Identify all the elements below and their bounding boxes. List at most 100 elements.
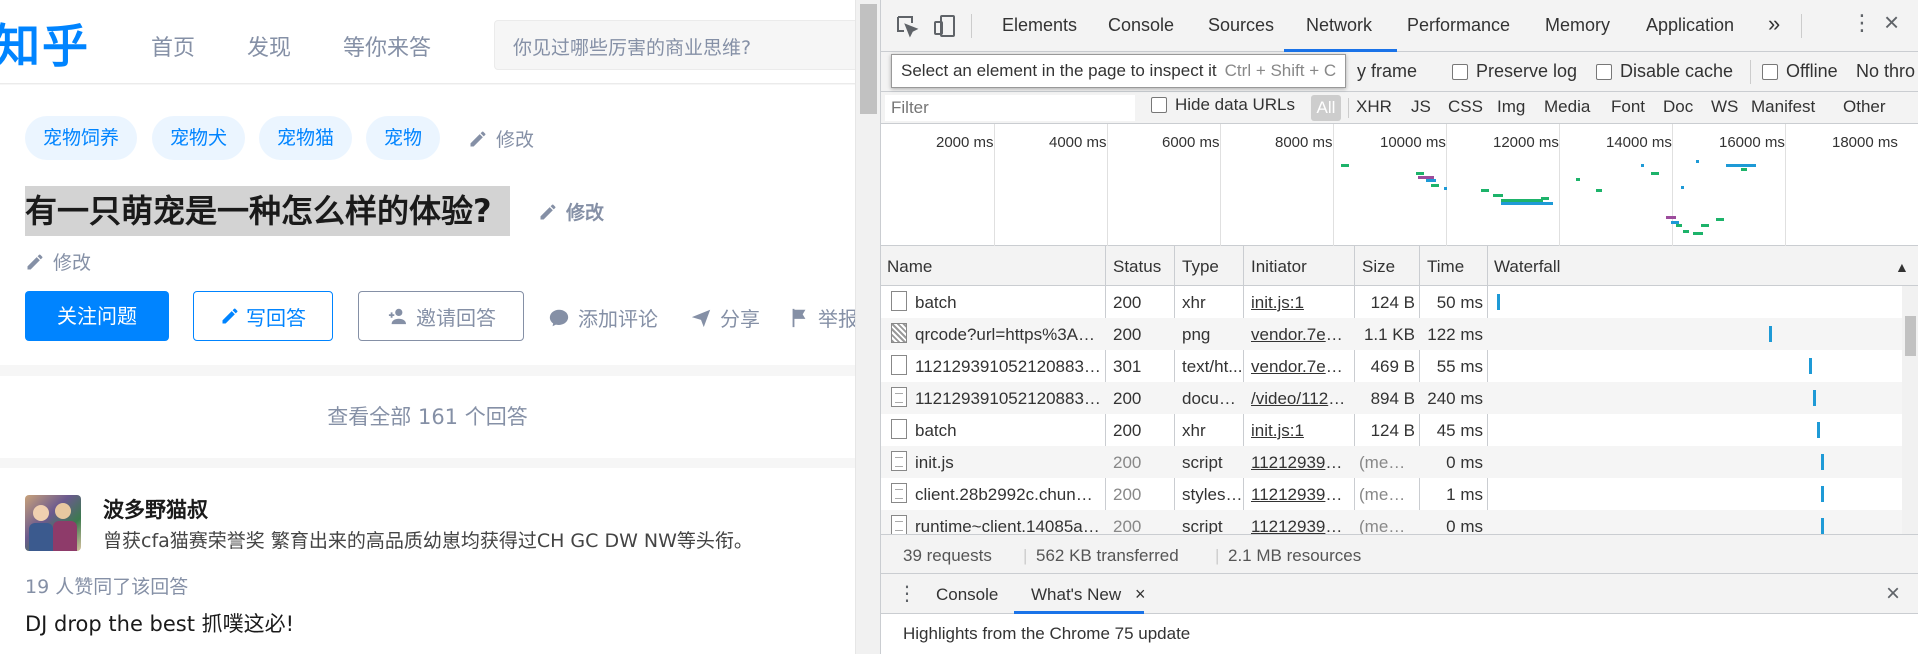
drawer-tab-console[interactable]: Console (936, 585, 998, 605)
inspect-element-icon[interactable] (894, 13, 920, 39)
request-name: init.js (915, 453, 954, 472)
write-answer-button[interactable]: 写回答 (193, 291, 333, 341)
preserve-log-checkbox[interactable]: Preserve log (1452, 61, 1577, 82)
request-initiator[interactable]: 11212939105... (1251, 485, 1351, 505)
column-header-initiator[interactable]: Initiator (1251, 257, 1307, 277)
kebab-menu-icon[interactable]: ⋮ (1851, 10, 1873, 36)
tab-application[interactable]: Application (1646, 15, 1734, 36)
page-scrollbar[interactable] (855, 0, 880, 654)
tab-memory[interactable]: Memory (1545, 15, 1610, 36)
document-file-icon (891, 483, 907, 503)
tab-sources[interactable]: Sources (1208, 15, 1274, 36)
preserve-log-label: Preserve log (1476, 61, 1578, 81)
scrollbar-thumb[interactable] (1905, 316, 1916, 356)
throttling-select[interactable]: No thro (1856, 61, 1915, 82)
scrollbar-thumb[interactable] (860, 4, 877, 114)
request-initiator[interactable]: vendor.7e94b... (1251, 357, 1351, 377)
table-scrollbar[interactable] (1902, 286, 1918, 534)
filter-all-button[interactable]: All (1311, 95, 1341, 121)
table-row[interactable]: qrcode?url=https%3A%2F... 200 png vendor.7e… (881, 318, 1918, 350)
column-header-time[interactable]: Time (1427, 257, 1464, 277)
tab-performance[interactable]: Performance (1407, 15, 1510, 36)
search-input[interactable]: 你见过哪些厉害的商业思维? (494, 20, 855, 70)
request-initiator[interactable]: init.js:1 (1251, 293, 1351, 313)
filter-doc[interactable]: Doc (1663, 97, 1693, 117)
author-name[interactable]: 波多野猫叔 (103, 494, 208, 524)
filter-img[interactable]: Img (1497, 97, 1525, 117)
filter-input[interactable] (885, 95, 1135, 121)
topic-tag[interactable]: 宠物猫 (259, 116, 353, 160)
column-header-type[interactable]: Type (1182, 257, 1219, 277)
table-row[interactable]: client.28b2992c.chunk.css 200 stylesh... 11… (881, 478, 1918, 510)
table-row[interactable]: init.js 200 script 11212939105... (mem... 0 m… (881, 446, 1918, 478)
filter-js[interactable]: JS (1411, 97, 1431, 117)
offline-checkbox[interactable]: Offline (1762, 61, 1838, 82)
close-devtools-icon[interactable]: × (1884, 7, 1899, 38)
nav-discover[interactable]: 发现 (247, 30, 291, 62)
topic-tag[interactable]: 宠物饲养 (25, 116, 138, 160)
filter-ws[interactable]: WS (1711, 97, 1738, 117)
invite-answer-button[interactable]: 邀请回答 (358, 291, 524, 341)
topic-tag[interactable]: 宠物 (366, 116, 441, 160)
report-button[interactable]: 举报 (788, 303, 855, 332)
column-header-status[interactable]: Status (1113, 257, 1161, 277)
checkbox[interactable] (1596, 63, 1612, 80)
tab-elements[interactable]: Elements (1002, 15, 1077, 36)
request-type: png (1182, 325, 1211, 344)
drawer-tab-whats-new[interactable]: What's New (1031, 585, 1121, 605)
column-header-name[interactable]: Name (887, 257, 932, 277)
filter-css[interactable]: CSS (1448, 97, 1483, 117)
frame-option-label[interactable]: y frame (1357, 61, 1417, 82)
disable-cache-checkbox[interactable]: Disable cache (1596, 61, 1733, 82)
table-row[interactable]: 1121293910521208832?aut... 200 docum... /vi… (881, 382, 1918, 414)
filter-other[interactable]: Other (1843, 97, 1886, 117)
topic-tag[interactable]: 宠物犬 (152, 116, 246, 160)
share-label: 分享 (720, 307, 760, 331)
zhihu-logo[interactable]: 知乎 (0, 10, 90, 76)
column-header-waterfall[interactable]: Waterfall (1494, 257, 1560, 277)
column-header-size[interactable]: Size (1362, 257, 1395, 277)
waterfall-bar (1821, 454, 1824, 470)
close-tab-icon[interactable]: × (1135, 584, 1146, 605)
zhihu-page: 知乎 首页 发现 等你来答 你见过哪些厉害的商业思维? 宠物饲养 宠物犬 宠物猫… (0, 0, 855, 654)
filter-manifest[interactable]: Manifest (1751, 97, 1815, 117)
tab-network[interactable]: Network (1306, 15, 1372, 36)
close-drawer-icon[interactable]: × (1886, 580, 1900, 608)
nav-home[interactable]: 首页 (151, 30, 195, 62)
checkbox[interactable] (1452, 63, 1468, 80)
checkbox[interactable] (1151, 97, 1167, 113)
request-initiator[interactable]: /video/11212... (1251, 389, 1351, 409)
sort-ascending-icon[interactable]: ▲ (1895, 259, 1909, 275)
waterfall-bar (1821, 518, 1824, 534)
table-row[interactable]: batch 200 xhr init.js:1 124 B 45 ms (881, 414, 1918, 446)
edit-title-link[interactable]: 修改 (538, 198, 604, 225)
hide-data-urls-checkbox[interactable]: Hide data URLs (1151, 95, 1295, 115)
device-toolbar-icon[interactable] (932, 13, 958, 39)
share-button[interactable]: 分享 (690, 303, 760, 332)
filter-media[interactable]: Media (1544, 97, 1590, 117)
request-initiator[interactable]: init.js:1 (1251, 421, 1351, 441)
add-comment-button[interactable]: 添加评论 (548, 303, 658, 332)
request-initiator[interactable]: vendor.7e94b... (1251, 325, 1351, 345)
nav-waiting-answers[interactable]: 等你来答 (343, 30, 431, 62)
avatar[interactable] (25, 495, 81, 551)
tab-console[interactable]: Console (1108, 15, 1174, 36)
edit-topics-link[interactable]: 修改 (468, 125, 534, 152)
follow-question-button[interactable]: 关注问题 (25, 291, 169, 341)
network-overview-timeline[interactable]: 2000 ms 4000 ms 6000 ms 8000 ms 10000 ms… (881, 124, 1918, 246)
filter-font[interactable]: Font (1611, 97, 1645, 117)
table-row[interactable]: batch 200 xhr init.js:1 124 B 50 ms (881, 286, 1918, 318)
drawer-menu-icon[interactable]: ⋮ (897, 581, 917, 606)
author-bio: 曾获cfa猫赛荣誉奖 繁育出来的高品质幼崽均获得过CH GC DW NW等头衔。 (103, 530, 753, 552)
view-all-answers-link[interactable]: 查看全部 161 个回答 (0, 376, 855, 458)
filter-xhr[interactable]: XHR (1356, 97, 1392, 117)
timeline-tick: 12000 ms (1493, 134, 1559, 151)
request-initiator[interactable]: 11212939105... (1251, 453, 1351, 473)
report-label: 举报 (818, 307, 855, 331)
network-toolbar: Select an element in the page to inspect… (881, 52, 1918, 92)
table-row[interactable]: 1121293910521208832?aut... 301 text/ht... v… (881, 350, 1918, 382)
more-tabs-icon[interactable]: » (1768, 11, 1780, 37)
edit-description-link[interactable]: 修改 (25, 248, 91, 275)
checkbox[interactable] (1762, 63, 1778, 80)
request-status: 200 (1113, 421, 1142, 440)
